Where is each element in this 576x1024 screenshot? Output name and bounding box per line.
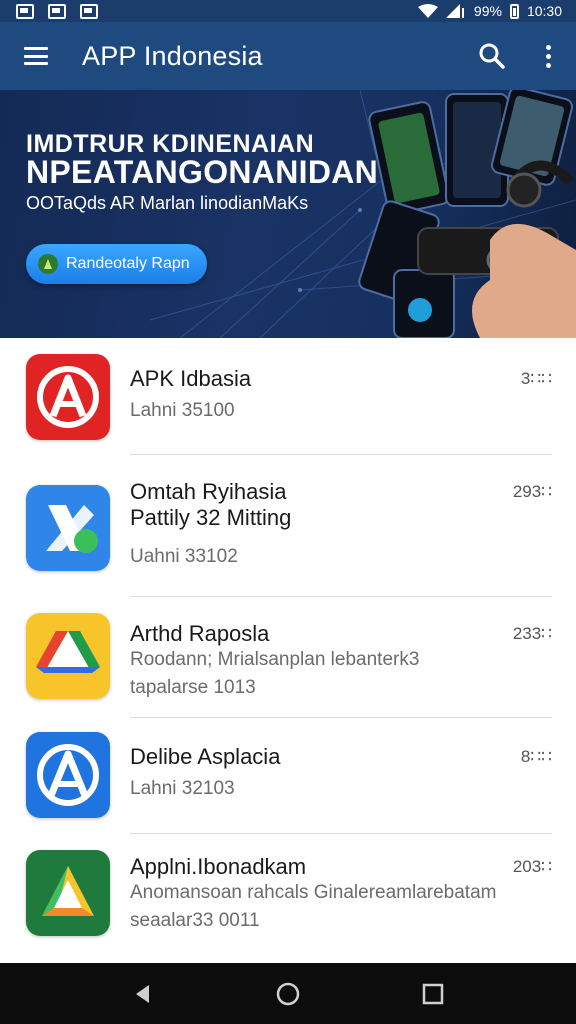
list-item[interactable]: APK Idbasia Lahni 35100 3∷∷: [0, 338, 576, 455]
app-count: 233∷: [512, 624, 552, 643]
list-item[interactable]: Omtah Ryihasia Pattily 32 Mitting Uahni …: [0, 455, 576, 597]
app-detail: Roodann; Mrialsanplan lebanterk3: [130, 649, 420, 670]
app-count: 3∷∷: [520, 369, 552, 388]
app-detail: Lahni 32103: [130, 778, 235, 799]
app-name: Delibe Asplacia: [130, 744, 281, 769]
menu-button[interactable]: [0, 22, 72, 90]
page-title: APP Indonesia: [82, 40, 263, 71]
blue-x-icon: [26, 485, 110, 571]
app-detail-line-2: tapalarse 1013: [130, 677, 256, 698]
search-icon: [479, 43, 505, 69]
app-name: Applni.Ibonadkam: [130, 854, 307, 879]
app-count: 8∷∷: [520, 747, 552, 766]
list-item[interactable]: Applni.Ibonadkam Anomansoan rahcals Gina…: [0, 834, 576, 963]
app-count: 203∷: [512, 857, 552, 876]
gallery-icon: [16, 3, 34, 19]
app-name-line-2: Pattily 32 Mitting: [130, 505, 292, 530]
recents-icon: [423, 983, 444, 1004]
promo-banner[interactable]: IMDTRUR KDINENAIAN NPEATANGONANIDAN OOTa…: [0, 90, 576, 338]
battery-icon: [509, 3, 519, 19]
play-icon: [38, 254, 58, 274]
list-item[interactable]: Delibe Asplacia Lahni 32103 8∷∷: [0, 718, 576, 834]
phones-illustration: [358, 90, 576, 338]
back-button[interactable]: [118, 969, 168, 1019]
overflow-menu-button[interactable]: [520, 22, 576, 90]
status-system: 99% 10:30: [417, 3, 562, 19]
app-count: 293∷: [512, 482, 552, 501]
list-item[interactable]: Arthd Raposla Roodann; Mrialsanplan leba…: [0, 597, 576, 718]
red-a-icon: [26, 354, 110, 440]
app-name: Omtah Ryihasia: [130, 479, 287, 504]
app-icon: [48, 3, 66, 19]
banner-cta-label: Randeotaly Rapn: [66, 255, 190, 272]
wifi-icon: [417, 3, 438, 18]
search-button[interactable]: [464, 22, 520, 90]
banner-headline: NPEATANGONANIDAN: [26, 154, 379, 190]
more-vert-icon: [545, 44, 551, 68]
blue-a-icon: [26, 732, 110, 818]
app-detail: Uahni 33102: [130, 546, 238, 567]
back-icon: [135, 984, 149, 1003]
system-nav-bar: [0, 963, 576, 1024]
app-name: APK Idbasia: [130, 366, 252, 391]
app-name: Arthd Raposla: [130, 621, 270, 646]
battery-percent: 99%: [473, 3, 502, 19]
drive-triangle-icon: [26, 613, 110, 699]
clock: 10:30: [526, 3, 562, 19]
app-detail: Anomansoan rahcals Ginalereamlarebatam: [130, 882, 497, 903]
banner-subtitle: OOTaQds AR Marlan linodianMaKs: [26, 193, 309, 213]
photo-icon: [80, 3, 98, 19]
recents-button[interactable]: [408, 969, 458, 1019]
app-detail: Lahni 35100: [130, 400, 235, 421]
status-bar: 99% 10:30: [0, 0, 576, 22]
signal-icon: [445, 3, 464, 18]
banner-cta-button[interactable]: Randeotaly Rapn: [26, 244, 207, 284]
app-detail-line-2: seaalar33 0011: [130, 910, 260, 931]
menu-icon: [24, 47, 48, 65]
green-triangle-icon: [26, 850, 110, 936]
app-bar: APP Indonesia: [0, 22, 576, 90]
home-button[interactable]: [263, 969, 313, 1019]
app-list: APK Idbasia Lahni 35100 3∷∷ Omtah Ryihas…: [0, 338, 576, 963]
status-notifications: [16, 3, 98, 19]
home-icon: [276, 982, 300, 1005]
